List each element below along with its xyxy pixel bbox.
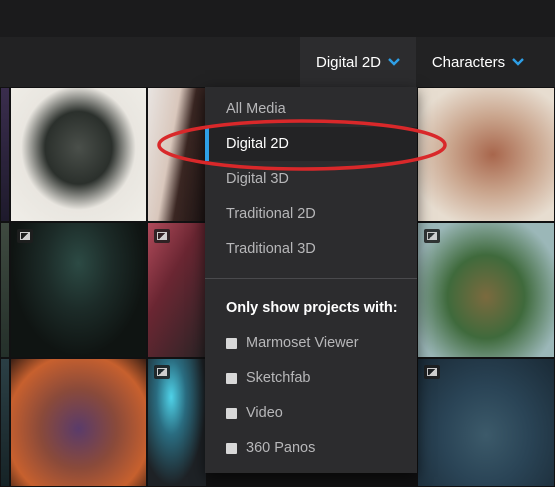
checkbox-label: Sketchfab (246, 370, 311, 386)
artwork-thumbnail[interactable] (417, 87, 555, 222)
image-badge-icon (424, 229, 440, 243)
chevron-down-icon (388, 58, 400, 66)
artwork-thumbnail[interactable] (10, 222, 147, 358)
artwork-thumbnail[interactable] (10, 358, 147, 487)
checkbox-marmoset-viewer[interactable]: Marmoset Viewer (205, 328, 417, 358)
project-options-heading: Only show projects with: (226, 300, 398, 316)
checkbox-sketchfab[interactable]: Sketchfab (205, 363, 417, 393)
subject-filter-label: Characters (431, 53, 506, 71)
checkbox-video[interactable]: Video (205, 398, 417, 428)
artwork-thumbnail[interactable] (147, 358, 207, 487)
dropdown-item-digital-3d[interactable]: Digital 3D (205, 162, 417, 196)
chevron-down-icon (512, 58, 525, 66)
checkbox-label: 360 Panos (246, 440, 316, 456)
dropdown-item-label: All Media (226, 101, 286, 117)
dropdown-item-label: Traditional 2D (226, 206, 316, 222)
image-badge-icon (17, 229, 33, 243)
dropdown-item-traditional-3d[interactable]: Traditional 3D (205, 232, 417, 266)
medium-filter-label: Digital 2D (315, 53, 382, 71)
image-badge-icon (154, 229, 170, 243)
dropdown-item-digital-2d[interactable]: Digital 2D (205, 127, 417, 161)
artwork-thumbnail[interactable] (417, 358, 555, 487)
checkbox-box[interactable] (226, 442, 237, 454)
dropdown-item-label: Digital 3D (226, 171, 289, 187)
image-badge-icon (424, 365, 440, 379)
checkbox-label: Video (246, 405, 283, 421)
medium-filter-button[interactable]: Digital 2D (300, 37, 416, 87)
checkbox-box[interactable] (226, 337, 237, 349)
medium-filter-dropdown: All Media Digital 2D Digital 3D Traditio… (205, 87, 417, 473)
dropdown-item-label: Digital 2D (226, 136, 289, 152)
checkbox-box[interactable] (226, 372, 237, 384)
artwork-thumbnail[interactable] (147, 222, 207, 358)
dropdown-divider (205, 278, 417, 279)
checkbox-box[interactable] (226, 407, 237, 419)
artwork-thumbnail[interactable] (417, 222, 555, 358)
artwork-thumbnail[interactable] (147, 87, 207, 222)
checkbox-label: Marmoset Viewer (246, 335, 359, 351)
checkbox-360-panos[interactable]: 360 Panos (205, 433, 417, 463)
top-nav-bar (0, 0, 555, 37)
image-badge-icon (154, 365, 170, 379)
artwork-thumbnail[interactable] (0, 358, 10, 487)
dropdown-item-traditional-2d[interactable]: Traditional 2D (205, 197, 417, 231)
artwork-thumbnail[interactable] (0, 222, 10, 358)
dropdown-item-all-media[interactable]: All Media (205, 92, 417, 126)
subject-filter-button[interactable]: Characters (417, 37, 539, 87)
artwork-thumbnail[interactable] (0, 87, 10, 222)
dropdown-item-label: Traditional 3D (226, 241, 316, 257)
artwork-thumbnail[interactable] (10, 87, 147, 222)
